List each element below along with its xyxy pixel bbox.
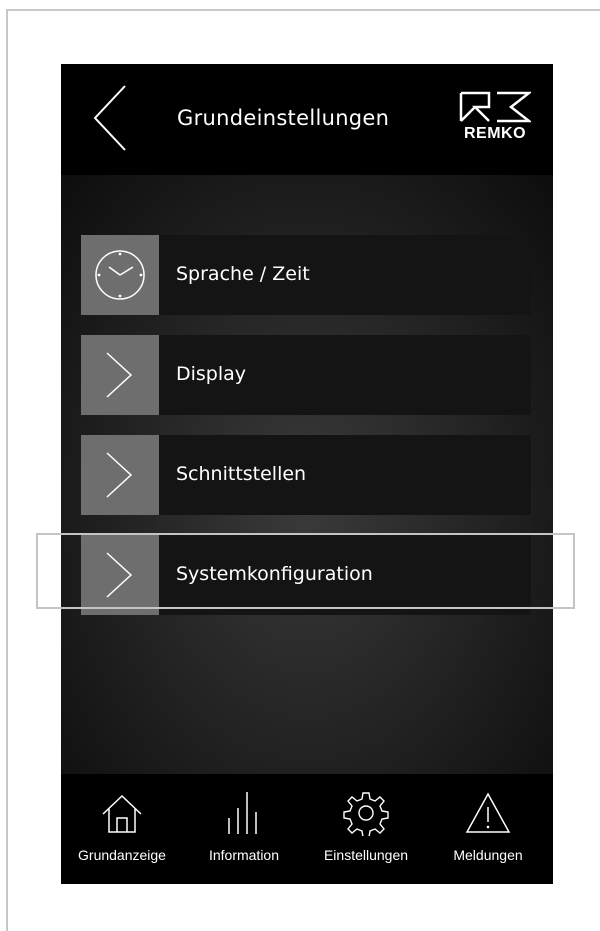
nav-label: Einstellungen [323, 847, 409, 863]
device-screen: Grundeinstellungen REMKO Sprache / Zeit … [61, 64, 553, 884]
logo-mark-icon [459, 91, 533, 123]
menu-item-label: Sprache / Zeit [176, 263, 310, 285]
back-button[interactable] [83, 82, 139, 154]
nav-label: Information [208, 847, 280, 863]
chevron-right-icon [106, 352, 133, 398]
settings-menu: Sprache / Zeit Display Schnittstellen Sy… [61, 175, 553, 774]
menu-item-sprache-zeit[interactable]: Sprache / Zeit [81, 235, 531, 315]
bottom-navigation: Grundanzeige Information Einstellungen M… [61, 774, 553, 884]
chevron-right-icon [106, 552, 133, 598]
menu-icon-box [81, 335, 159, 415]
menu-item-label: Schnittstellen [176, 463, 307, 485]
header-bar: Grundeinstellungen REMKO [61, 64, 553, 175]
nav-meldungen[interactable]: Meldungen [427, 774, 549, 884]
gear-icon [343, 792, 389, 836]
remko-logo: REMKO [459, 91, 533, 147]
chevron-right-icon [106, 452, 133, 498]
home-icon [102, 794, 142, 833]
menu-icon-box [81, 235, 159, 315]
chevron-left-icon [93, 85, 126, 151]
nav-label: Meldungen [453, 847, 523, 863]
nav-information[interactable]: Information [183, 774, 305, 884]
nav-label: Grundanzeige [78, 847, 166, 863]
logo-text: REMKO [463, 125, 527, 142]
clock-icon [95, 250, 145, 300]
bar-chart-icon [228, 792, 257, 834]
nav-einstellungen[interactable]: Einstellungen [305, 774, 427, 884]
page-title: Grundeinstellungen [177, 106, 390, 130]
menu-icon-box [81, 435, 159, 515]
menu-item-label: Systemkonfiguration [176, 563, 373, 585]
menu-item-label: Display [176, 363, 247, 385]
menu-item-schnittstellen[interactable]: Schnittstellen [81, 435, 531, 515]
menu-item-display[interactable]: Display [81, 335, 531, 415]
nav-grundanzeige[interactable]: Grundanzeige [61, 774, 183, 884]
menu-item-systemkonfiguration[interactable]: Systemkonfiguration [81, 535, 531, 615]
menu-icon-box [81, 535, 159, 615]
warning-icon [465, 792, 511, 833]
